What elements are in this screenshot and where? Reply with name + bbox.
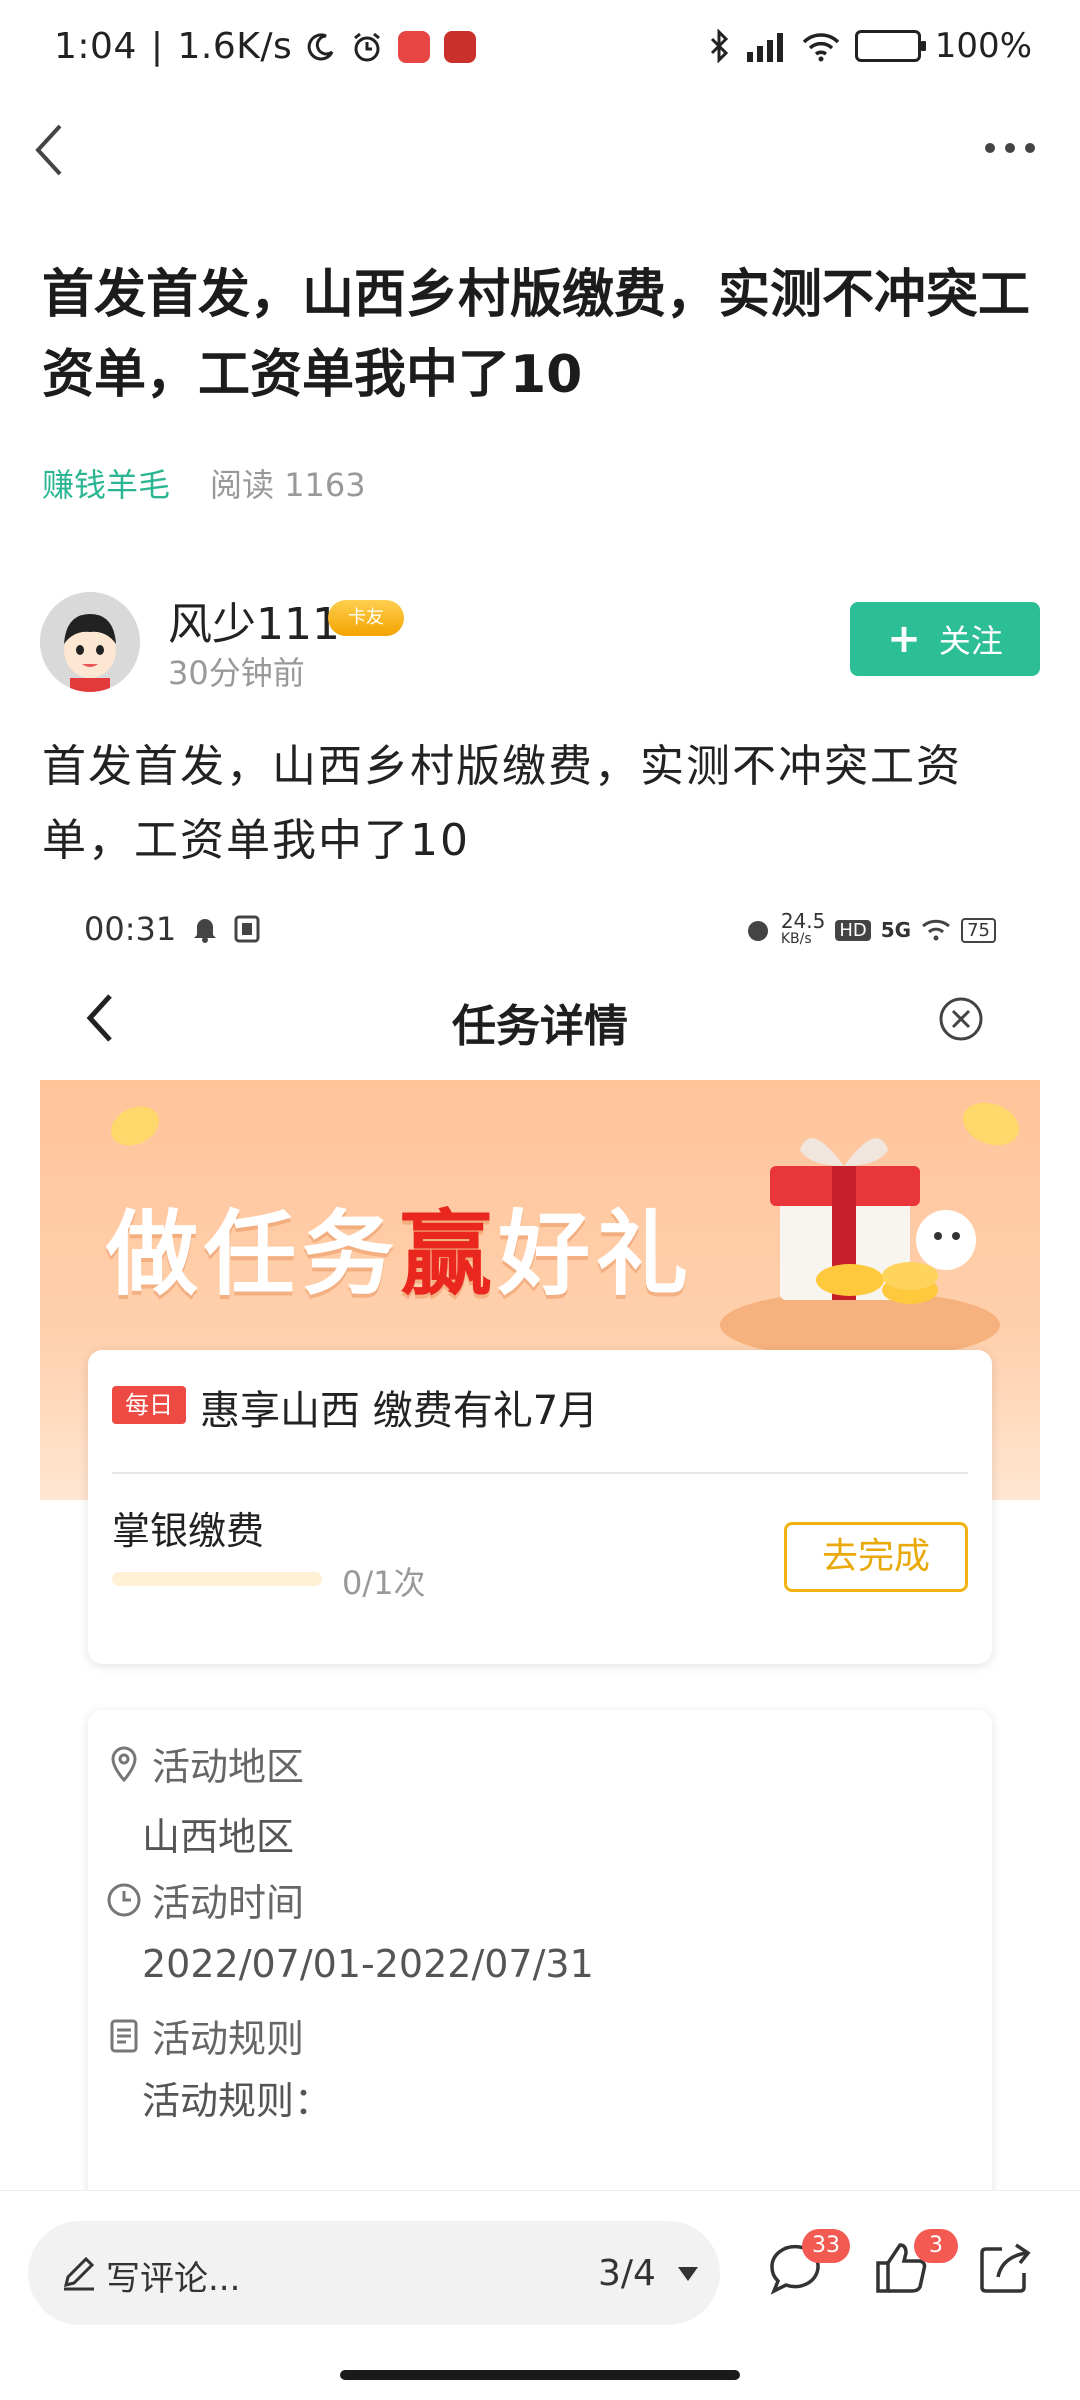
task-card: 每日 惠享山西 缴费有礼7月 掌银缴费 0/1次 去完成	[88, 1350, 992, 1664]
5g-icon: 5G	[880, 918, 912, 942]
status-right: 100%	[709, 26, 1032, 66]
wifi-icon	[922, 919, 951, 941]
article-title: 首发首发，山西乡村版缴费，实测不冲突工资单，工资单我中了10	[42, 265, 1031, 405]
article-meta: 赚钱羊毛 阅读 1163	[42, 460, 366, 506]
comment-input[interactable]: 写评论... 3/4	[28, 2221, 720, 2325]
caret-down-icon[interactable]	[676, 2265, 700, 2283]
more-icon[interactable]	[980, 128, 1040, 168]
image-status-left: 00:31	[84, 910, 260, 948]
hd-icon: HD	[835, 919, 871, 941]
app-notification-icon	[398, 30, 431, 63]
go-complete-button: 去完成	[784, 1522, 968, 1592]
comment-placeholder: 写评论...	[106, 2259, 241, 2299]
image-status-time: 00:31	[84, 910, 177, 948]
read-count: 阅读 1163	[210, 466, 366, 504]
like-count-badge: 3	[914, 2229, 958, 2263]
close-icon	[939, 997, 983, 1041]
bottom-action-bar: 写评论... 3/4 33 3	[0, 2190, 1080, 2400]
app-icon	[234, 915, 260, 943]
gift-box-icon	[720, 1138, 1000, 1359]
task-title: 惠享山西 缴费有礼7月	[200, 1388, 599, 1434]
rules-value: 活动规则：	[142, 2079, 333, 2123]
image-battery: 75	[961, 917, 996, 943]
battery-icon	[854, 30, 926, 62]
location-pin-icon	[111, 1745, 137, 1782]
app-notification-icon-2	[444, 30, 477, 63]
coin-icon	[104, 1099, 166, 1153]
post-image[interactable]: 00:31 24.5 KB/s HD 5G 75 任务详情 做任务赢好礼 每日 …	[40, 890, 1040, 2190]
status-bar: 1:04 | 1.6K/s 100%	[0, 0, 1080, 100]
follow-button[interactable]: + 关注	[850, 602, 1040, 676]
task-progress-bar	[112, 1572, 322, 1586]
share-icon[interactable]	[972, 2235, 1038, 2301]
task-name: 掌银缴费	[112, 1509, 265, 1553]
alarm-icon	[354, 32, 381, 61]
time-label: 活动时间	[152, 1881, 305, 1925]
activity-info-card: 活动地区 山西地区 活动时间 2022/07/01-2022/07/31 活动规…	[88, 1710, 992, 2190]
moon-icon	[307, 32, 334, 60]
bluetooth-icon	[710, 29, 728, 63]
avatar[interactable]	[40, 592, 140, 692]
region-label: 活动地区	[152, 1745, 305, 1789]
image-net-unit: KB/s	[780, 931, 812, 947]
avatar-image	[40, 592, 140, 692]
clock-icon	[107, 1883, 141, 1916]
status-speed: 1.6K/s	[177, 26, 293, 67]
document-icon	[110, 2019, 138, 2052]
region-row: 活动地区	[104, 1736, 304, 1791]
bell-icon	[194, 919, 217, 943]
back-icon[interactable]	[26, 118, 74, 182]
home-indicator[interactable]	[340, 2370, 740, 2380]
plus-icon: +	[887, 616, 921, 662]
status-left: 1:04 | 1.6K/s	[54, 26, 477, 67]
image-page-title: 任务详情	[452, 1001, 628, 1052]
banner-slogan: 做任务赢好礼	[106, 1201, 695, 1308]
battery-level: 100%	[934, 26, 1032, 66]
post-time: 30分钟前	[168, 654, 305, 692]
user-badge: 卡友	[328, 600, 404, 636]
task-progress-text: 0/1次	[342, 1564, 426, 1602]
image-status-right: 24.5 KB/s HD 5G 75	[745, 909, 996, 948]
follow-label: 关注	[938, 622, 1003, 660]
image-net-speed: 24.5	[780, 909, 826, 933]
post-body: 首发首发，山西乡村版缴费，实测不冲突工资单，工资单我中了10	[42, 741, 962, 866]
alarm-icon	[747, 921, 768, 941]
status-time: 1:04	[54, 26, 137, 67]
wifi-icon	[802, 33, 840, 62]
signal-icon	[746, 33, 783, 62]
pencil-icon	[63, 2256, 95, 2291]
rules-row: 活动规则	[104, 2008, 304, 2063]
time-value: 2022/07/01-2022/07/31	[142, 1942, 594, 1986]
rules-label: 活动规则	[152, 2017, 305, 2061]
region-value: 山西地区	[142, 1815, 295, 1859]
comment-count-badge: 33	[802, 2229, 850, 2263]
page-indicator[interactable]: 3/4	[598, 2253, 656, 2294]
divider	[112, 1472, 968, 1474]
daily-tag: 每日	[112, 1386, 186, 1424]
author-name[interactable]: 风少111	[168, 588, 340, 652]
time-row: 活动时间	[104, 1872, 304, 1927]
category-link[interactable]: 赚钱羊毛	[42, 460, 170, 506]
